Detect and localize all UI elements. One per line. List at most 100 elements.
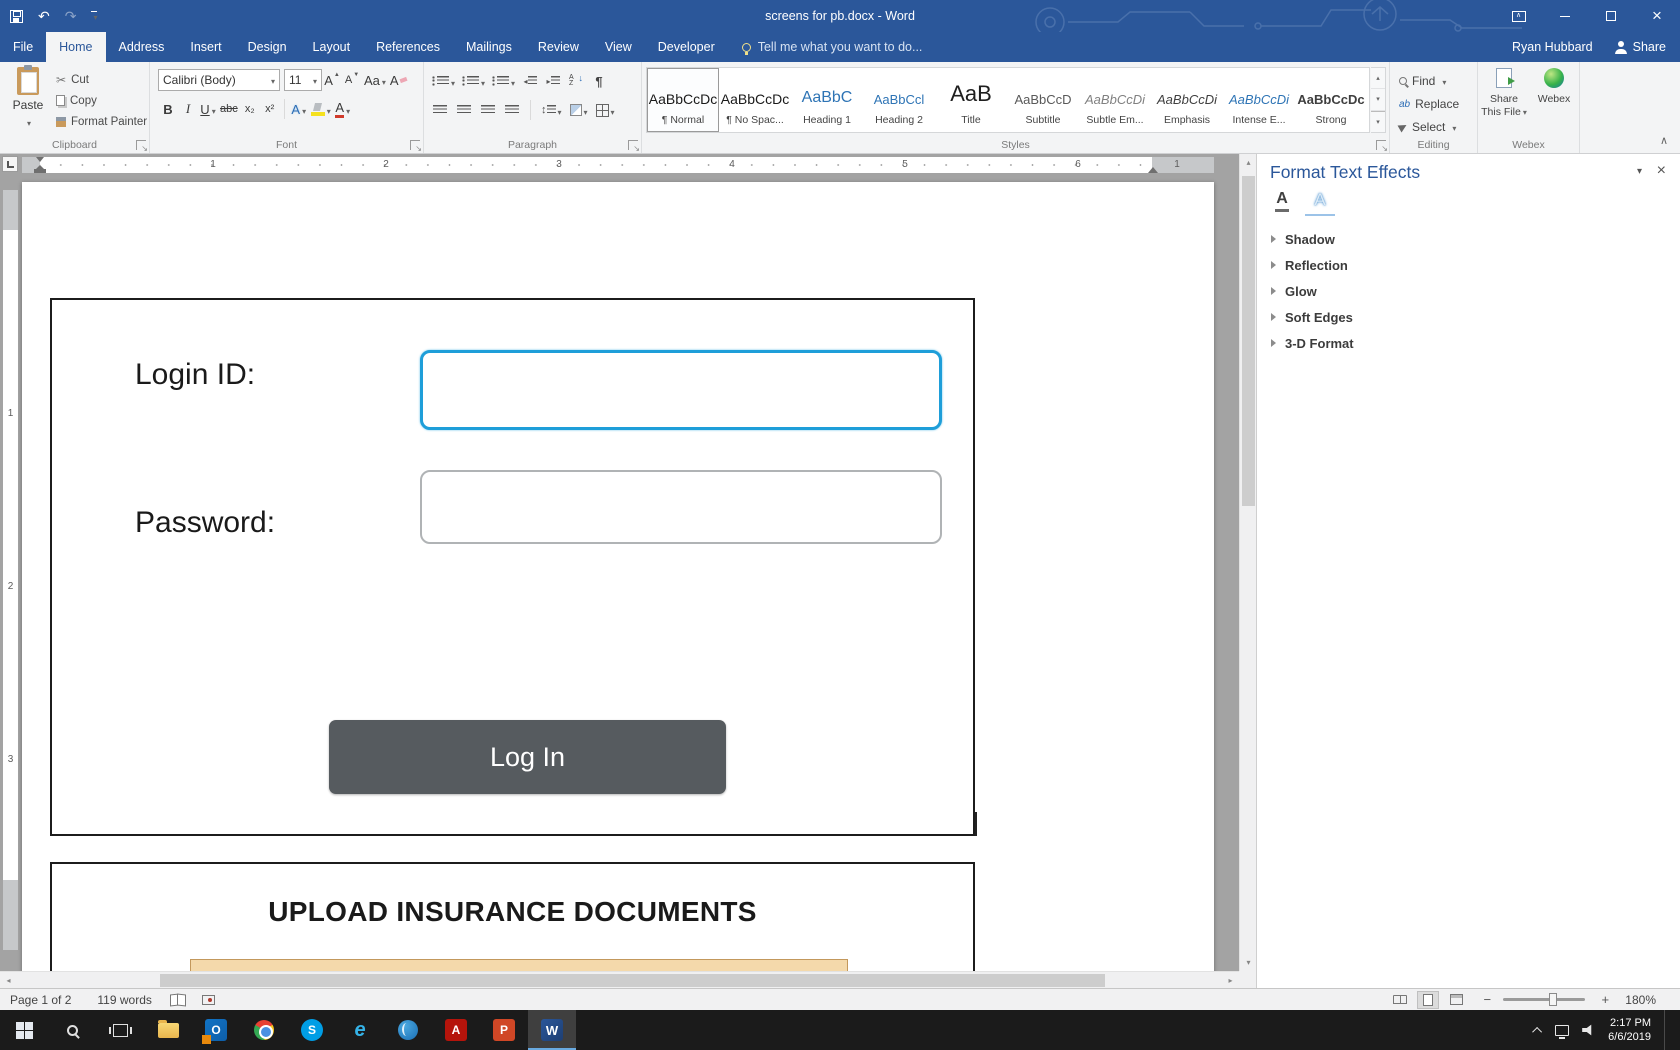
tab-view[interactable]: View — [592, 32, 645, 62]
tab-developer[interactable]: Developer — [645, 32, 728, 62]
tray-expand-icon[interactable] — [1532, 1026, 1542, 1036]
upload-dropzone[interactable] — [190, 959, 848, 971]
share-this-file-button[interactable]: Share This File — [1480, 68, 1528, 140]
save-icon[interactable] — [10, 10, 23, 23]
show-formatting-marks-button[interactable]: ¶ — [589, 70, 609, 92]
scroll-up-icon[interactable]: ▴ — [1240, 154, 1257, 171]
document-page[interactable]: Login ID: Password: Log In UPLOAD INSURA… — [22, 182, 1214, 971]
dialog-launcher-icon[interactable] — [136, 140, 146, 150]
underline-button[interactable]: U — [198, 98, 218, 120]
font-name-select[interactable]: Calibri (Body) — [158, 69, 280, 91]
change-case-button[interactable]: Aa — [362, 69, 388, 91]
tell-me-box[interactable]: Tell me what you want to do... — [742, 32, 923, 62]
sort-button[interactable]: AZ↓ — [566, 70, 586, 92]
decrease-indent-button[interactable]: ◂ — [520, 70, 540, 92]
horizontal-ruler[interactable]: 1 2 3 4 5 6 1 — [0, 154, 1239, 176]
task-pane-menu-icon[interactable]: ▾ — [1637, 166, 1642, 177]
left-indent-marker[interactable] — [34, 169, 46, 173]
tab-insert[interactable]: Insert — [177, 32, 234, 62]
web-layout-button[interactable] — [1445, 991, 1467, 1009]
style-chip-emphasis[interactable]: AaBbCcDiEmphasis — [1151, 68, 1223, 132]
style-chip-title[interactable]: AaBTitle — [935, 68, 1007, 132]
section-reflection[interactable]: Reflection — [1257, 252, 1680, 278]
tab-mailings[interactable]: Mailings — [453, 32, 525, 62]
customize-quick-access-icon[interactable] — [91, 11, 97, 22]
outlook-button[interactable]: O — [192, 1010, 240, 1050]
tab-references[interactable]: References — [363, 32, 453, 62]
shrink-font-button[interactable]: A▼ — [342, 69, 362, 91]
login-id-input[interactable] — [420, 350, 942, 430]
browser-button[interactable] — [384, 1010, 432, 1050]
style-chip-heading2[interactable]: AaBbCclHeading 2 — [863, 68, 935, 132]
line-spacing-button[interactable]: ↕ — [539, 99, 564, 121]
styles-scroll-down-icon[interactable]: ▾ — [1371, 89, 1385, 110]
password-input[interactable] — [420, 470, 942, 544]
font-color-button[interactable]: A — [333, 98, 353, 120]
style-chip-strong[interactable]: AaBbCcDcStrong — [1295, 68, 1367, 132]
tab-file[interactable]: File — [0, 32, 46, 62]
network-icon[interactable] — [1555, 1025, 1569, 1036]
skype-button[interactable]: S — [288, 1010, 336, 1050]
show-desktop-button[interactable] — [1664, 1010, 1668, 1050]
close-button[interactable]: × — [1634, 0, 1680, 32]
vertical-scrollbar[interactable]: ▴ ▾ — [1239, 154, 1256, 971]
maximize-button[interactable] — [1588, 0, 1634, 32]
find-button[interactable]: Find — [1399, 71, 1446, 91]
highlight-color-button[interactable] — [309, 98, 333, 120]
bullets-button[interactable] — [430, 70, 457, 92]
volume-icon[interactable] — [1582, 1024, 1595, 1036]
format-painter-button[interactable]: Format Painter — [56, 111, 147, 132]
copy-button[interactable]: Copy — [56, 90, 147, 111]
right-indent-marker[interactable] — [1148, 167, 1158, 173]
cut-button[interactable]: ✂ Cut — [56, 69, 147, 90]
text-effects-button[interactable]: A — [289, 98, 309, 120]
internet-explorer-button[interactable]: e — [336, 1010, 384, 1050]
zoom-slider[interactable] — [1503, 998, 1585, 1001]
strikethrough-button[interactable]: abc — [218, 98, 240, 120]
tab-design[interactable]: Design — [235, 32, 300, 62]
select-button[interactable]: Select — [1399, 117, 1456, 137]
taskbar-clock[interactable]: 2:17 PM 6/6/2019 — [1608, 1016, 1651, 1045]
acrobat-button[interactable]: A — [432, 1010, 480, 1050]
replace-button[interactable]: ab Replace — [1399, 94, 1459, 114]
style-chip-subtitle[interactable]: AaBbCcDSubtitle — [1007, 68, 1079, 132]
vertical-ruler[interactable]: 1 2 3 — [0, 176, 20, 971]
taskbar-search-button[interactable] — [48, 1010, 96, 1050]
multilevel-list-button[interactable] — [490, 70, 517, 92]
log-in-button[interactable]: Log In — [329, 720, 726, 794]
document-canvas[interactable]: 1 2 3 Login ID: Password: Log In — [0, 176, 1239, 971]
scroll-down-icon[interactable]: ▾ — [1240, 954, 1257, 971]
share-button[interactable]: Share — [1615, 40, 1666, 54]
font-size-select[interactable]: 11 — [284, 69, 322, 91]
subscript-button[interactable]: x₂ — [240, 98, 260, 120]
zoom-slider-thumb[interactable] — [1549, 993, 1557, 1006]
dialog-launcher-icon[interactable] — [410, 140, 420, 150]
style-chip-normal[interactable]: AaBbCcDc¶ Normal — [647, 68, 719, 132]
section-shadow[interactable]: Shadow — [1257, 226, 1680, 252]
first-line-indent-marker[interactable] — [36, 157, 44, 162]
horizontal-scroll-thumb[interactable] — [160, 974, 1105, 987]
undo-icon[interactable]: ↶ — [38, 8, 50, 25]
numbering-button[interactable] — [460, 70, 487, 92]
dialog-launcher-icon[interactable] — [1376, 140, 1386, 150]
macro-record-icon[interactable] — [202, 995, 215, 1005]
clear-formatting-button[interactable]: A — [388, 69, 409, 91]
borders-button[interactable] — [594, 99, 617, 121]
paste-button[interactable]: Paste — [4, 67, 52, 143]
shading-button[interactable] — [568, 99, 590, 121]
style-chip-heading1[interactable]: AaBbCHeading 1 — [791, 68, 863, 132]
scroll-left-icon[interactable]: ◂ — [0, 972, 17, 989]
style-chip-intense-emphasis[interactable]: AaBbCcDiIntense E... — [1223, 68, 1295, 132]
signed-in-user[interactable]: Ryan Hubbard — [1512, 40, 1593, 54]
read-mode-button[interactable] — [1389, 991, 1411, 1009]
page-indicator[interactable]: Page 1 of 2 — [10, 993, 71, 1007]
collapse-ribbon-icon[interactable]: ∧ — [1660, 134, 1668, 147]
minimize-button[interactable] — [1542, 0, 1588, 32]
vertical-scroll-thumb[interactable] — [1242, 176, 1255, 506]
print-layout-button[interactable] — [1417, 991, 1439, 1009]
section-3d-format[interactable]: 3-D Format — [1257, 330, 1680, 356]
start-button[interactable] — [0, 1010, 48, 1050]
proofing-status-icon[interactable] — [170, 994, 186, 1005]
increase-indent-button[interactable]: ▸ — [543, 70, 563, 92]
word-taskbar-button[interactable]: W — [528, 1010, 576, 1050]
